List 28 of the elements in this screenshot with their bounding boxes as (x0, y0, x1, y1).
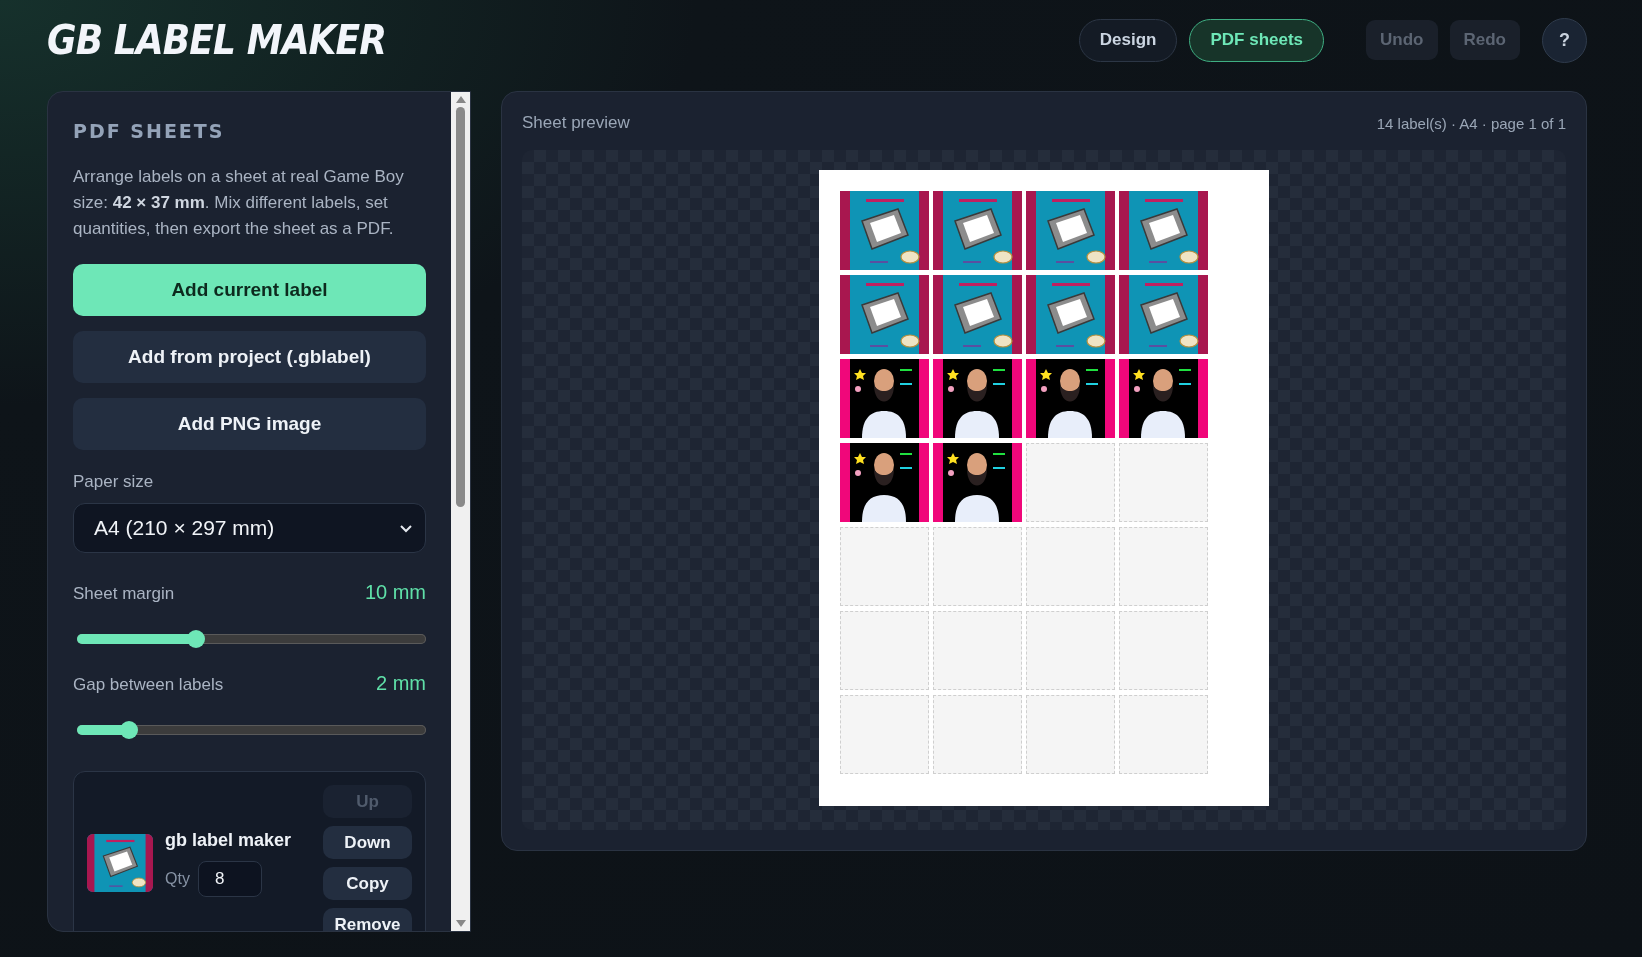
slider-reading: 10 mm (364, 581, 426, 604)
qty-label: Qty (165, 869, 190, 888)
app-title: GB LABEL MAKER (47, 17, 388, 63)
item-action-button[interactable]: Copy (323, 867, 412, 900)
slider-label: Gap between labels (73, 675, 224, 695)
add-button[interactable]: Add current label (73, 264, 426, 316)
item-action-button[interactable]: Remove (323, 908, 412, 931)
qty-field[interactable]: 8 (197, 860, 262, 897)
item-action-button[interactable]: Down (323, 826, 412, 859)
nav-tab[interactable]: Design (1078, 18, 1178, 62)
nav-tab[interactable]: PDF sheets (1189, 18, 1325, 62)
slider-reading: 2 mm (376, 672, 426, 695)
slider-label: Sheet margin (73, 584, 175, 604)
chevron-down-icon (399, 523, 413, 533)
scroll-up-icon[interactable] (455, 96, 466, 103)
help-button[interactable]: ? (1542, 17, 1587, 63)
preview-title: Sheet preview (522, 113, 630, 133)
add-button[interactable]: Add PNG image (73, 398, 426, 450)
panel-heading: PDF SHEETS (73, 120, 226, 142)
panel-description: Arrange labels on a sheet at real Game Boy size: 42 × 37 mm. Mix different labels, set quantities, then export the sheet as a PDF. (73, 166, 405, 240)
scroll-thumb[interactable] (456, 107, 465, 507)
field-label: Paper size (73, 472, 154, 491)
scrollbar[interactable] (451, 92, 470, 931)
preview-status: 14 label(s) · A4 · page 1 of 1 (1376, 114, 1566, 132)
item-name: gb label maker (165, 829, 293, 851)
scroll-down-icon[interactable] (455, 920, 466, 927)
paper-size-select[interactable]: A4 (210 × 297 mm) (73, 503, 426, 553)
add-button[interactable]: Add from project (.gblabel) (73, 331, 426, 383)
